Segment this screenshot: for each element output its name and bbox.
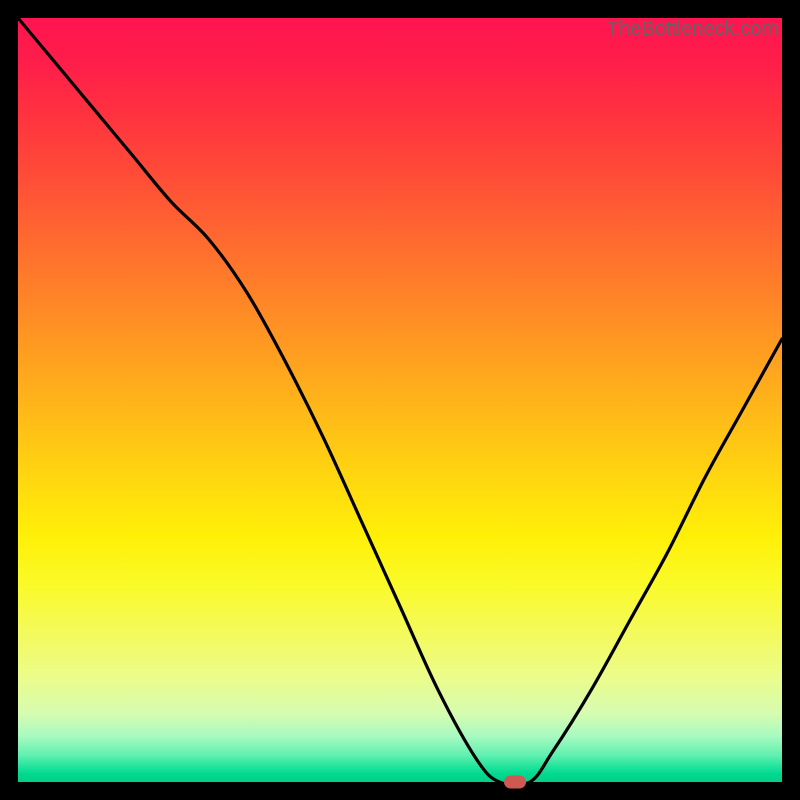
chart-plot-area: TheBottleneck.com	[18, 18, 782, 782]
bottleneck-curve	[18, 18, 782, 782]
curve-path	[18, 18, 782, 785]
optimal-point-marker	[504, 776, 526, 789]
chart-frame: TheBottleneck.com	[0, 0, 800, 800]
